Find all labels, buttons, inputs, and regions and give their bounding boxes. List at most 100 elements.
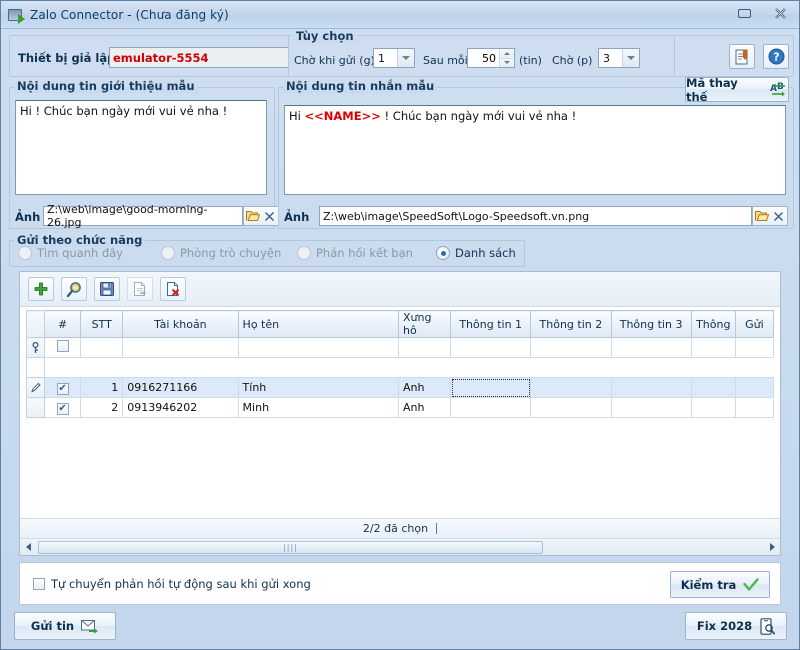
message-clear-button[interactable] <box>769 206 788 226</box>
send-button[interactable]: Gửi tin <box>14 612 116 640</box>
filter-cell-account[interactable] <box>122 337 239 358</box>
intro-textarea[interactable]: Hi ! Chúc bạn ngày mới vui vẻ nha ! <box>15 100 267 195</box>
filter-cell-title[interactable] <box>398 337 452 358</box>
search-button[interactable] <box>61 277 87 301</box>
col-account[interactable]: Tài khoản <box>122 310 239 338</box>
radio-tim-quanh-day[interactable]: Tìm quanh đây <box>18 246 123 260</box>
search-icon <box>66 281 81 297</box>
svg-text:?: ? <box>773 51 779 64</box>
filter-cell-info4[interactable] <box>691 337 736 358</box>
radio-label: Danh sách <box>455 246 516 260</box>
cell-info1[interactable] <box>450 397 532 418</box>
minimize-button[interactable] <box>731 4 757 23</box>
col-name[interactable]: Họ tên <box>238 310 399 338</box>
chevron-down-icon[interactable] <box>622 49 639 67</box>
cell-info1[interactable] <box>450 377 532 398</box>
cell-name[interactable]: Tính <box>238 377 399 398</box>
row-indicator <box>26 377 46 398</box>
cell-title[interactable]: Anh <box>398 377 452 398</box>
save-button[interactable] <box>94 277 120 301</box>
cell-send[interactable] <box>735 377 774 398</box>
cell-info3[interactable] <box>611 377 692 398</box>
col-info4[interactable]: Thông <box>691 310 736 338</box>
device-value-field: emulator-5554 <box>109 47 289 68</box>
row-checkbox-cell[interactable] <box>44 377 82 398</box>
table-row[interactable]: 2 0913946202 Minh Anh <box>26 397 774 418</box>
intro-image-path[interactable]: Z:\web\image\good-morning-26.jpg <box>43 203 243 229</box>
options-group-title: Tùy chọn <box>293 29 357 43</box>
message-image-path[interactable]: Z:\web\image\SpeedSoft\Logo-Speedsoft.vn… <box>319 206 752 226</box>
radio-label: Tìm quanh đây <box>37 246 124 260</box>
check-button[interactable]: Kiểm tra <box>670 571 770 598</box>
report-button[interactable] <box>729 44 755 69</box>
radio-danh-sach[interactable]: Danh sách <box>436 246 516 260</box>
spinner-buttons[interactable] <box>499 49 514 67</box>
message-text-suffix: ! Chúc bạn ngày mới vui vẻ nha ! <box>380 109 577 123</box>
table-row[interactable]: 1 0916271166 Tính Anh <box>26 377 774 398</box>
cell-account[interactable]: 0916271166 <box>122 377 239 398</box>
message-image-label: Ảnh <box>284 210 310 224</box>
scroll-grip-icon: |||| <box>283 542 298 552</box>
row-checkbox[interactable] <box>56 382 69 395</box>
app-window: Zalo Connector - (Chưa đăng ký) Thiết bị… <box>0 0 800 650</box>
row-checkbox-cell[interactable] <box>44 397 82 418</box>
radio-phong-tro-chuyen[interactable]: Phòng trò chuyện <box>161 246 281 260</box>
close-icon <box>773 211 783 221</box>
title-bar: Zalo Connector - (Chưa đăng ký) <box>1 1 799 29</box>
col-stt[interactable]: STT <box>80 310 124 338</box>
wait-send-combo[interactable]: 1 <box>373 48 415 68</box>
after-each-spinner[interactable]: 50 <box>467 48 515 68</box>
footer-bar: Tự chuyển phản hồi tự động sau khi gửi x… <box>19 562 781 605</box>
cell-info2[interactable] <box>530 377 612 398</box>
col-check[interactable]: # <box>44 310 82 338</box>
col-info2[interactable]: Thông tin 2 <box>530 310 612 338</box>
close-button[interactable] <box>767 4 793 23</box>
col-info1[interactable]: Thông tin 1 <box>450 310 532 338</box>
spinner-up-icon[interactable] <box>500 49 514 59</box>
intro-clear-button[interactable] <box>260 206 279 226</box>
scroll-thumb[interactable]: |||| <box>38 540 543 554</box>
radio-phan-hoi-ket-ban[interactable]: Phản hồi kết bạn <box>297 246 413 260</box>
cell-send[interactable] <box>735 397 774 418</box>
cell-title[interactable]: Anh <box>398 397 452 418</box>
message-textarea[interactable]: Hi <<NAME>> ! Chúc bạn ngày mới vui vẻ n… <box>284 105 786 195</box>
help-button[interactable]: ? <box>763 44 789 69</box>
filter-cell-name[interactable] <box>238 337 399 358</box>
filter-cell-info3[interactable] <box>611 337 692 358</box>
cell-name[interactable]: Minh <box>238 397 399 418</box>
chevron-down-icon[interactable] <box>397 49 414 67</box>
col-title[interactable]: Xưng hô <box>398 310 452 338</box>
horizontal-scrollbar[interactable]: |||| <box>20 538 780 555</box>
filter-cell-send[interactable] <box>735 337 774 358</box>
auto-forward-checkbox[interactable] <box>33 577 45 590</box>
col-send[interactable]: Gửi <box>735 310 774 338</box>
spinner-down-icon[interactable] <box>500 58 514 67</box>
replace-code-button[interactable]: Mã thay thế A B <box>685 76 789 104</box>
cell-account[interactable]: 0913946202 <box>122 397 239 418</box>
scroll-track[interactable]: |||| <box>36 540 764 554</box>
scroll-left-button[interactable] <box>20 543 36 551</box>
cell-info2[interactable] <box>530 397 612 418</box>
filter-cell-info1[interactable] <box>450 337 532 358</box>
add-icon <box>34 282 48 296</box>
filter-cell-stt[interactable] <box>80 337 124 358</box>
cell-info4[interactable] <box>691 397 736 418</box>
add-button[interactable] <box>28 277 54 301</box>
filter-cell-info2[interactable] <box>530 337 612 358</box>
after-each-label: Sau mỗi <box>423 54 468 67</box>
scroll-right-button[interactable] <box>764 543 780 551</box>
message-text-prefix: Hi <box>289 109 305 123</box>
row-checkbox[interactable] <box>56 402 69 415</box>
wait-minutes-label: Chờ (p) <box>552 54 593 67</box>
fix-button[interactable]: Fix 2028 <box>685 612 787 640</box>
col-info3[interactable]: Thông tin 3 <box>611 310 692 338</box>
cell-info4[interactable] <box>691 377 736 398</box>
wait-minutes-combo[interactable]: 3 <box>598 48 640 68</box>
export-button[interactable] <box>127 277 153 301</box>
cell-info3[interactable] <box>611 397 692 418</box>
close-icon <box>264 211 274 221</box>
select-all-checkbox[interactable] <box>56 340 69 352</box>
delete-button[interactable] <box>160 277 186 301</box>
filter-checkbox-cell[interactable] <box>44 337 82 358</box>
ab-swap-icon: A B <box>770 82 786 96</box>
